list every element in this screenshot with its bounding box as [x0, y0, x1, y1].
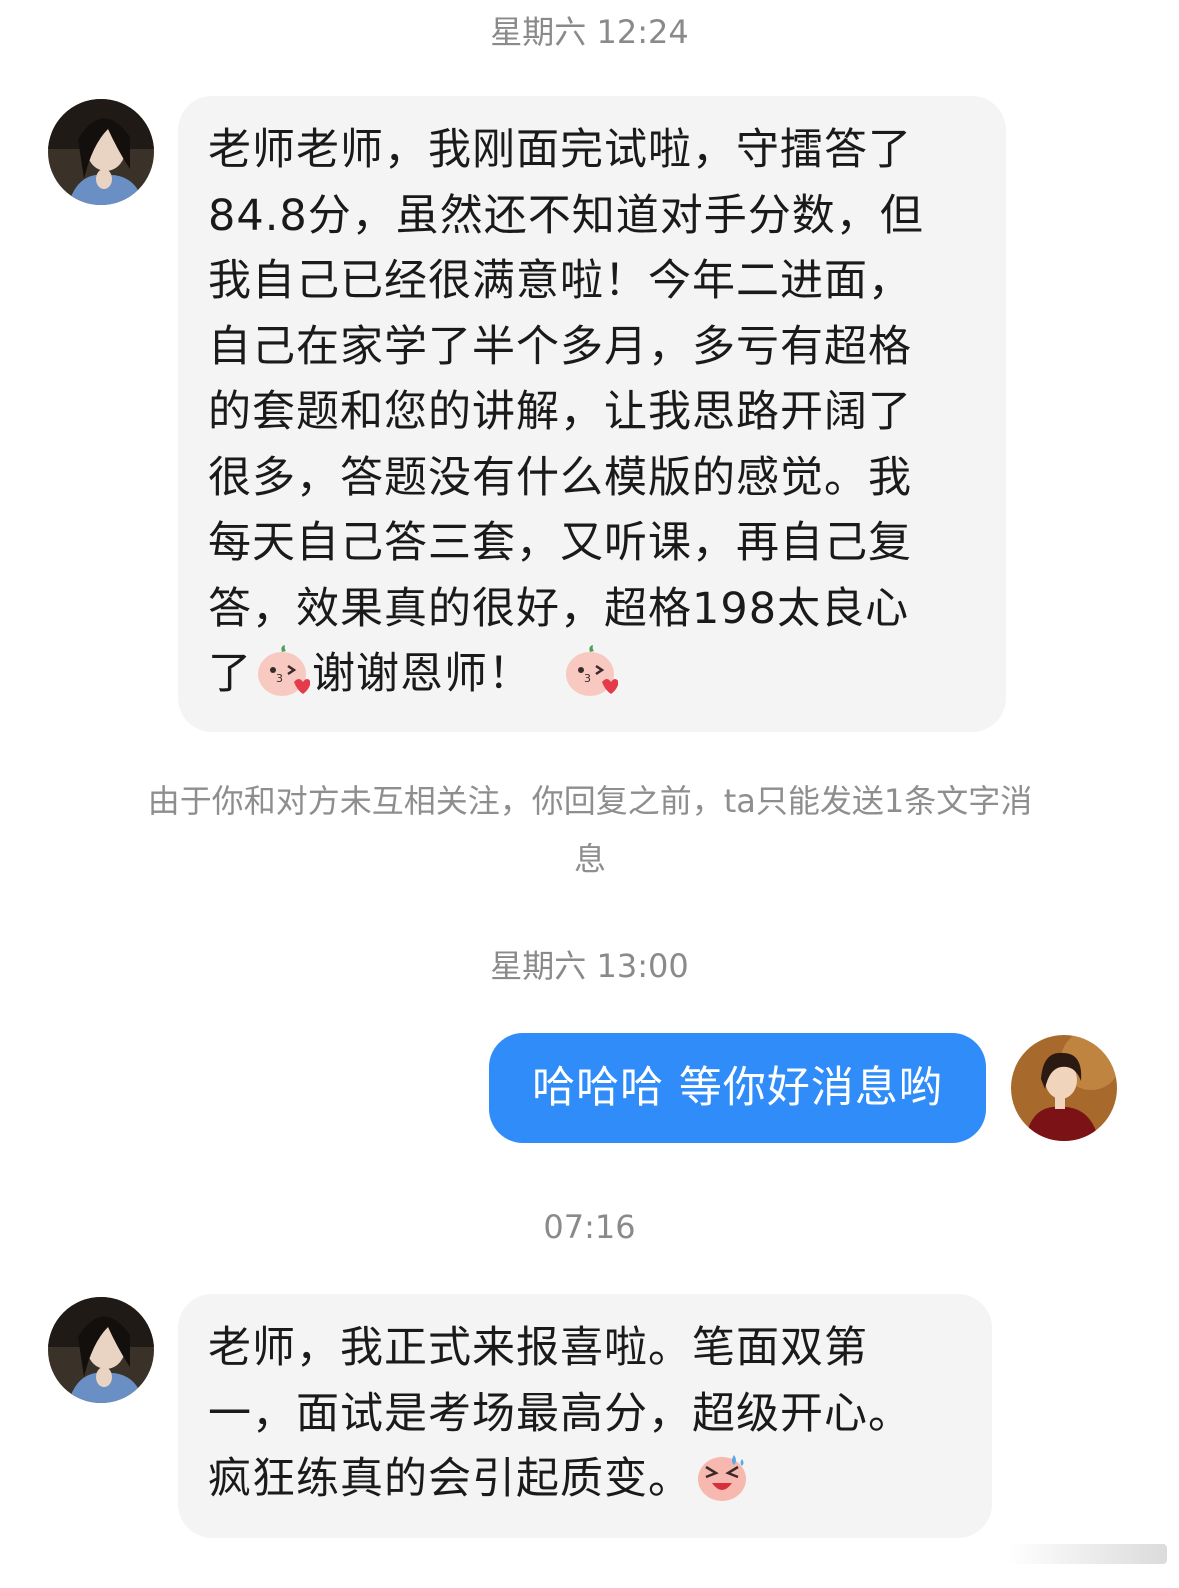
message-line: 一，面试是考场最高分，超级开心。	[208, 1388, 912, 1439]
notice-line: 息	[573, 840, 606, 878]
incoming-message-bubble[interactable]: 老师老师，我刚面完试啦，守擂答了 84.8分，虽然还不知道对手分数，但 我自己已…	[178, 96, 1006, 732]
avatar-image	[48, 99, 154, 205]
message-line: 答，效果真的很好，超格198太良心	[208, 583, 910, 634]
message-text: 老师，我正式来报喜啦。笔面双第 一，面试是考场最高分，超级开心。 疯狂练真的会引…	[208, 1316, 962, 1513]
svg-text:3: 3	[276, 672, 284, 685]
scroll-fade-indicator	[1007, 1544, 1167, 1564]
notice-line: 由于你和对方未互相关注，你回复之前，ta只能发送1条文字消	[147, 782, 1033, 820]
message-line: 84.8分，虽然还不知道对手分数，但	[208, 190, 924, 241]
message-fragment: 了	[208, 649, 252, 699]
message-line: 疯狂练真的会引起质变。	[208, 1447, 962, 1513]
timestamp: 07:16	[543, 1208, 636, 1246]
incoming-message-bubble[interactable]: 老师，我正式来报喜啦。笔面双第 一，面试是考场最高分，超级开心。 疯狂练真的会引…	[178, 1294, 992, 1538]
sender-avatar[interactable]	[48, 99, 154, 205]
message-line: 每天自己答三套，又听课，再自己复	[208, 518, 912, 568]
reply-text: 哈哈哈 等你好消息哟	[532, 1063, 943, 1113]
sender-avatar[interactable]	[48, 1297, 154, 1403]
my-avatar[interactable]	[1011, 1035, 1117, 1141]
outgoing-message-bubble[interactable]: 哈哈哈 等你好消息哟	[489, 1033, 986, 1143]
message-fragment: 谢谢恩师！	[312, 649, 532, 699]
message-fragment: 疯狂练真的会引起质变。	[208, 1454, 692, 1504]
kiss-emoji-icon: 3	[566, 645, 618, 696]
message-line: 很多，答题没有什么模版的感觉。我	[208, 452, 912, 503]
message-line: 老师，我正式来报喜啦。笔面双第	[208, 1323, 868, 1373]
message-line: 自己在家学了半个多月，多亏有超格	[208, 321, 912, 372]
timestamp: 星期六 13:00	[490, 947, 689, 985]
timestamp: 星期六 12:24	[490, 13, 689, 51]
avatar-image	[48, 1297, 154, 1403]
message-line: 老师老师，我刚面完试啦，守擂答了	[208, 125, 912, 175]
kiss-emoji-icon: 3	[258, 645, 310, 696]
svg-text:3: 3	[584, 672, 592, 685]
message-line: 的套题和您的讲解，让我思路开阔了	[208, 387, 912, 437]
message-line: 了 3 谢谢恩师！ 3	[208, 642, 976, 708]
avatar-image	[1011, 1035, 1117, 1141]
follow-restriction-notice: 由于你和对方未互相关注，你回复之前，ta只能发送1条文字消 息	[90, 772, 1090, 888]
message-text: 老师老师，我刚面完试啦，守擂答了 84.8分，虽然还不知道对手分数，但 我自己已…	[208, 118, 976, 708]
message-line: 我自己已经很满意啦！今年二进面，	[208, 256, 912, 306]
laughing-emoji-icon	[698, 1455, 746, 1501]
